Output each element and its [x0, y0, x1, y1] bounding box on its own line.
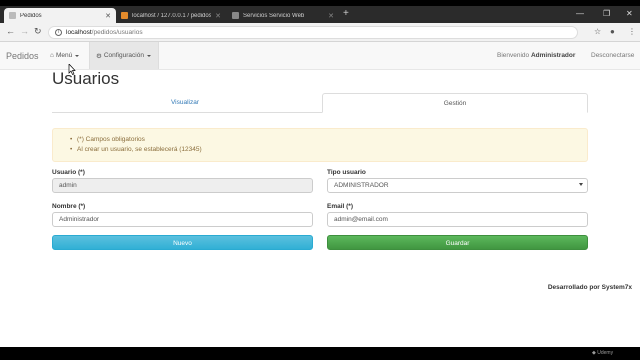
- window-close-icon[interactable]: ✕: [626, 9, 633, 18]
- close-tab-icon[interactable]: ✕: [328, 12, 334, 20]
- browser-window: Pedidos ✕ localhost / 127.0.0.1 / pedido…: [0, 6, 640, 347]
- url-path: /pedidos/usuarios: [91, 29, 143, 36]
- usuario-field[interactable]: admin: [52, 178, 313, 193]
- close-tab-icon[interactable]: ✕: [105, 12, 111, 20]
- browser-tab-strip: Pedidos ✕ localhost / 127.0.0.1 / pedido…: [0, 6, 640, 23]
- tipo-usuario-select[interactable]: ADMINISTRADOR: [327, 178, 588, 193]
- url-host: localhost: [66, 29, 92, 36]
- nombre-field[interactable]: Administrador: [52, 212, 313, 227]
- new-tab-icon[interactable]: +: [343, 8, 349, 20]
- alert-line: Al crear un usuario, se establecerá (123…: [53, 145, 587, 155]
- menu-label: Menú: [55, 52, 73, 59]
- browser-tab-servicios[interactable]: Servicios Servicio Web ✕: [227, 8, 339, 23]
- browser-tab-title: localhost / 127.0.0.1 / pedidos | ...: [132, 12, 212, 19]
- nuevo-button[interactable]: Nuevo: [52, 235, 313, 250]
- minimize-icon[interactable]: —: [576, 9, 584, 18]
- page-tabs: Visualizar Gestión: [52, 93, 588, 113]
- email-label: Email (*): [327, 203, 354, 210]
- app-navbar: Pedidos ⌂ Menú ⚙ Configuración Bienvenid…: [0, 42, 640, 70]
- page-title: Usuarios: [52, 69, 120, 88]
- restore-icon[interactable]: ❐: [603, 9, 610, 18]
- alert-line: (*) Campos obligatorios: [53, 135, 587, 145]
- browser-tab-pedidos[interactable]: Pedidos ✕: [4, 8, 116, 23]
- config-dropdown[interactable]: ⚙ Configuración: [89, 42, 159, 69]
- menu-dropdown[interactable]: ⌂ Menú: [44, 42, 85, 69]
- watermark-logo: ◆ Udemy: [592, 350, 614, 356]
- nombre-label: Nombre (*): [52, 203, 86, 210]
- welcome-prefix: Bienvenido: [497, 52, 530, 59]
- browser-toolbar: ← → ↻ i localhost /pedidos/usuarios ☆ ● …: [0, 23, 640, 42]
- tipo-usuario-label: Tipo usuario: [327, 169, 366, 176]
- bookmark-star-icon[interactable]: ☆: [594, 27, 601, 36]
- home-icon: ⌂: [50, 52, 54, 59]
- tab-gestion[interactable]: Gestión: [322, 93, 588, 113]
- back-icon[interactable]: ←: [6, 26, 15, 36]
- navbar-brand[interactable]: Pedidos: [6, 51, 39, 61]
- config-label: Configuración: [103, 52, 144, 59]
- email-field[interactable]: admin@email.com: [327, 212, 588, 227]
- tipo-usuario-value: ADMINISTRADOR: [334, 182, 389, 189]
- chevron-down-icon: [75, 54, 80, 57]
- more-menu-icon[interactable]: ⋮: [628, 27, 636, 36]
- page-icon: [9, 12, 16, 19]
- page-icon: [232, 12, 239, 19]
- logout-link[interactable]: Desconectarse: [591, 52, 634, 59]
- info-icon[interactable]: i: [55, 29, 62, 36]
- browser-tab-title: Pedidos: [20, 12, 42, 19]
- chevron-down-icon: [146, 54, 151, 57]
- forward-icon[interactable]: →: [20, 26, 29, 36]
- usuario-label: Usuario (*): [52, 169, 85, 176]
- gear-icon: ⚙: [96, 52, 102, 60]
- welcome-user: Administrador: [530, 52, 576, 59]
- welcome-text: Bienvenido Administrador: [497, 52, 575, 59]
- browser-tab-title: Servicios Servicio Web: [243, 12, 305, 19]
- profile-icon[interactable]: ●: [610, 27, 615, 36]
- chevron-down-icon: [579, 183, 583, 186]
- info-alert: (*) Campos obligatorios Al crear un usua…: [52, 128, 588, 162]
- close-tab-icon[interactable]: ✕: [215, 12, 221, 20]
- guardar-button[interactable]: Guardar: [327, 235, 588, 250]
- address-bar[interactable]: i localhost /pedidos/usuarios: [48, 26, 578, 39]
- tab-visualizar[interactable]: Visualizar: [52, 93, 318, 113]
- phpmyadmin-icon: [121, 12, 128, 19]
- reload-icon[interactable]: ↻: [34, 26, 42, 37]
- browser-tab-phpmyadmin[interactable]: localhost / 127.0.0.1 / pedidos | ... ✕: [116, 8, 226, 23]
- footer-credit: Desarrollado por System7x: [547, 284, 632, 291]
- mouse-cursor-icon: [68, 64, 76, 75]
